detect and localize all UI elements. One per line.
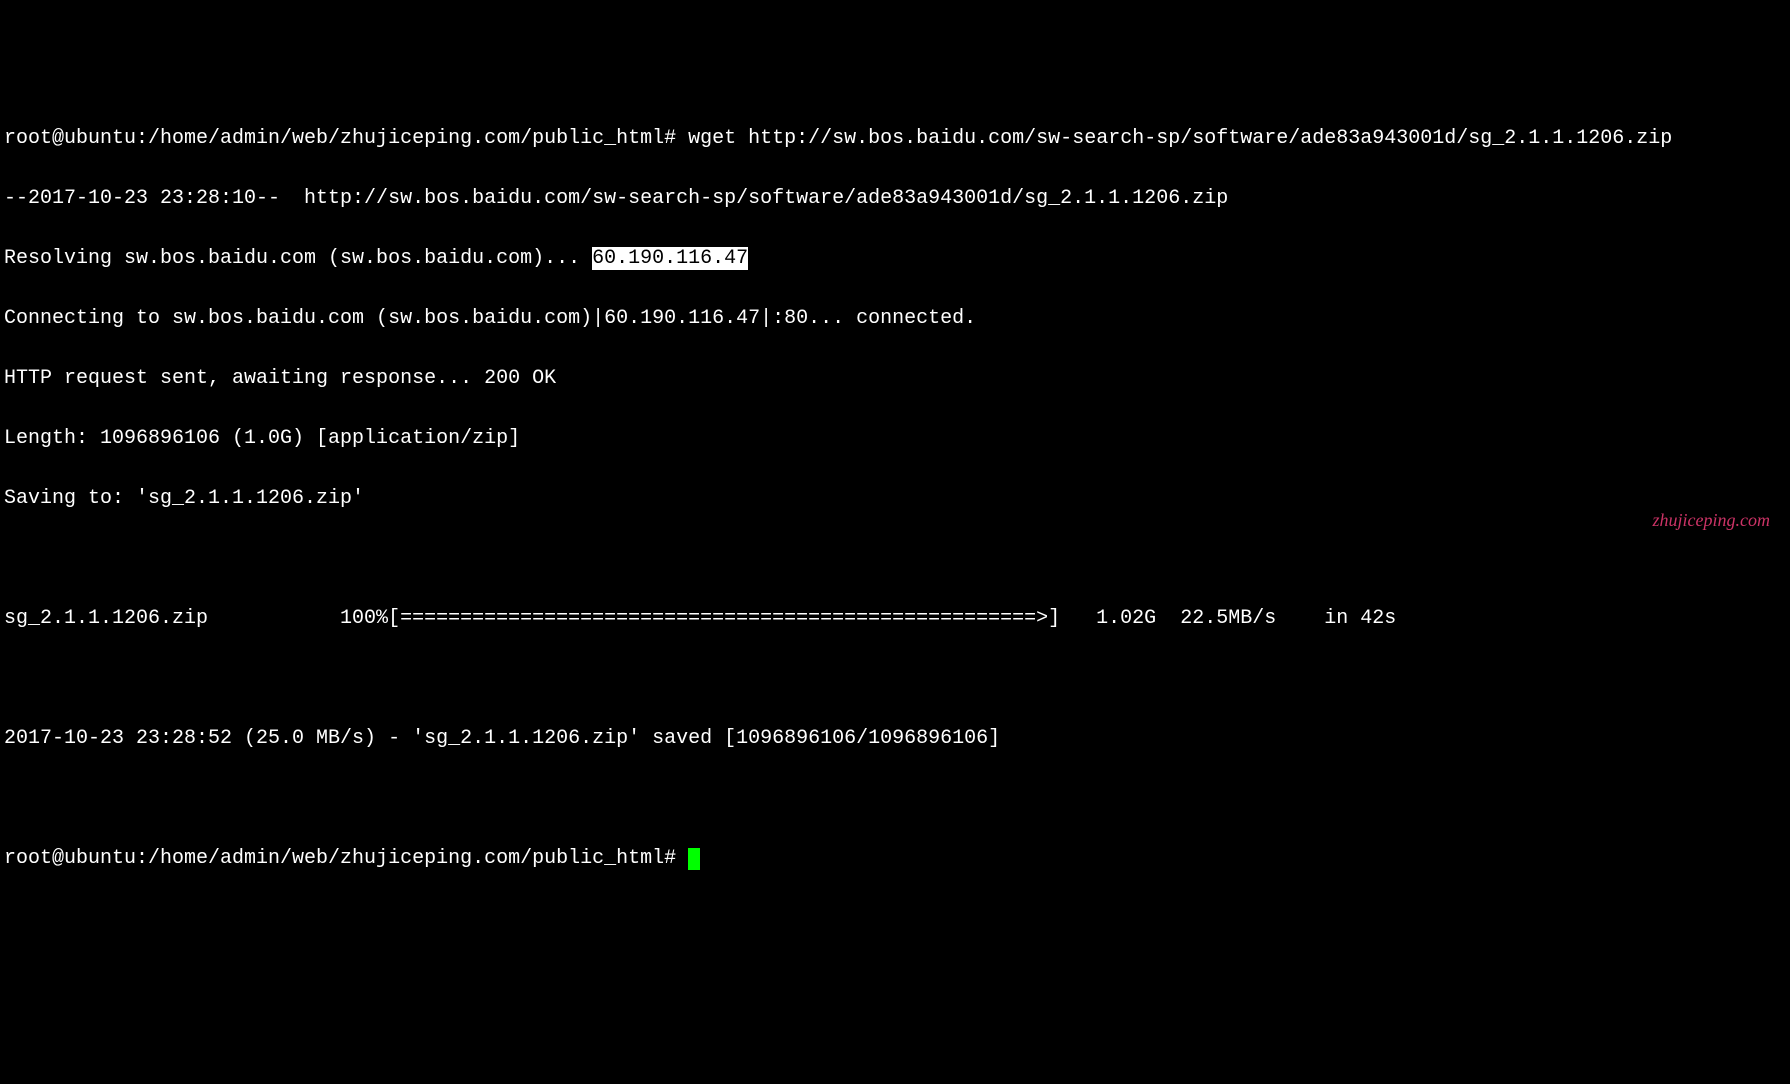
wget-connecting-line: Connecting to sw.bos.baidu.com (sw.bos.b… bbox=[4, 304, 1786, 334]
wget-command: wget http://sw.bos.baidu.com/sw-search-s… bbox=[688, 127, 1672, 150]
wget-timestamp-line: --2017-10-23 23:28:10-- http://sw.bos.ba… bbox=[4, 184, 1786, 214]
resolving-text: Resolving sw.bos.baidu.com (sw.bos.baidu… bbox=[4, 247, 592, 270]
blank-line-1 bbox=[4, 544, 1786, 574]
blank-line-2 bbox=[4, 664, 1786, 694]
wget-http-line: HTTP request sent, awaiting response... … bbox=[4, 364, 1786, 394]
terminal-output[interactable]: root@ubuntu:/home/admin/web/zhujiceping.… bbox=[4, 124, 1786, 154]
resolved-ip-highlight: 60.190.116.47 bbox=[592, 247, 748, 270]
cursor-icon bbox=[688, 848, 700, 870]
wget-summary-line: 2017-10-23 23:28:52 (25.0 MB/s) - 'sg_2.… bbox=[4, 724, 1786, 754]
blank-line-3 bbox=[4, 784, 1786, 814]
terminal-prompt-line[interactable]: root@ubuntu:/home/admin/web/zhujiceping.… bbox=[4, 844, 1786, 874]
wget-saving-line: Saving to: 'sg_2.1.1.1206.zip' bbox=[4, 484, 1786, 514]
watermark-text: zhujiceping.com bbox=[1653, 507, 1770, 534]
shell-prompt-2: root@ubuntu:/home/admin/web/zhujiceping.… bbox=[4, 847, 688, 870]
wget-resolving-line: Resolving sw.bos.baidu.com (sw.bos.baidu… bbox=[4, 244, 1786, 274]
shell-prompt: root@ubuntu:/home/admin/web/zhujiceping.… bbox=[4, 127, 688, 150]
wget-progress-line: sg_2.1.1.1206.zip 100%[=================… bbox=[4, 604, 1786, 634]
wget-length-line: Length: 1096896106 (1.0G) [application/z… bbox=[4, 424, 1786, 454]
